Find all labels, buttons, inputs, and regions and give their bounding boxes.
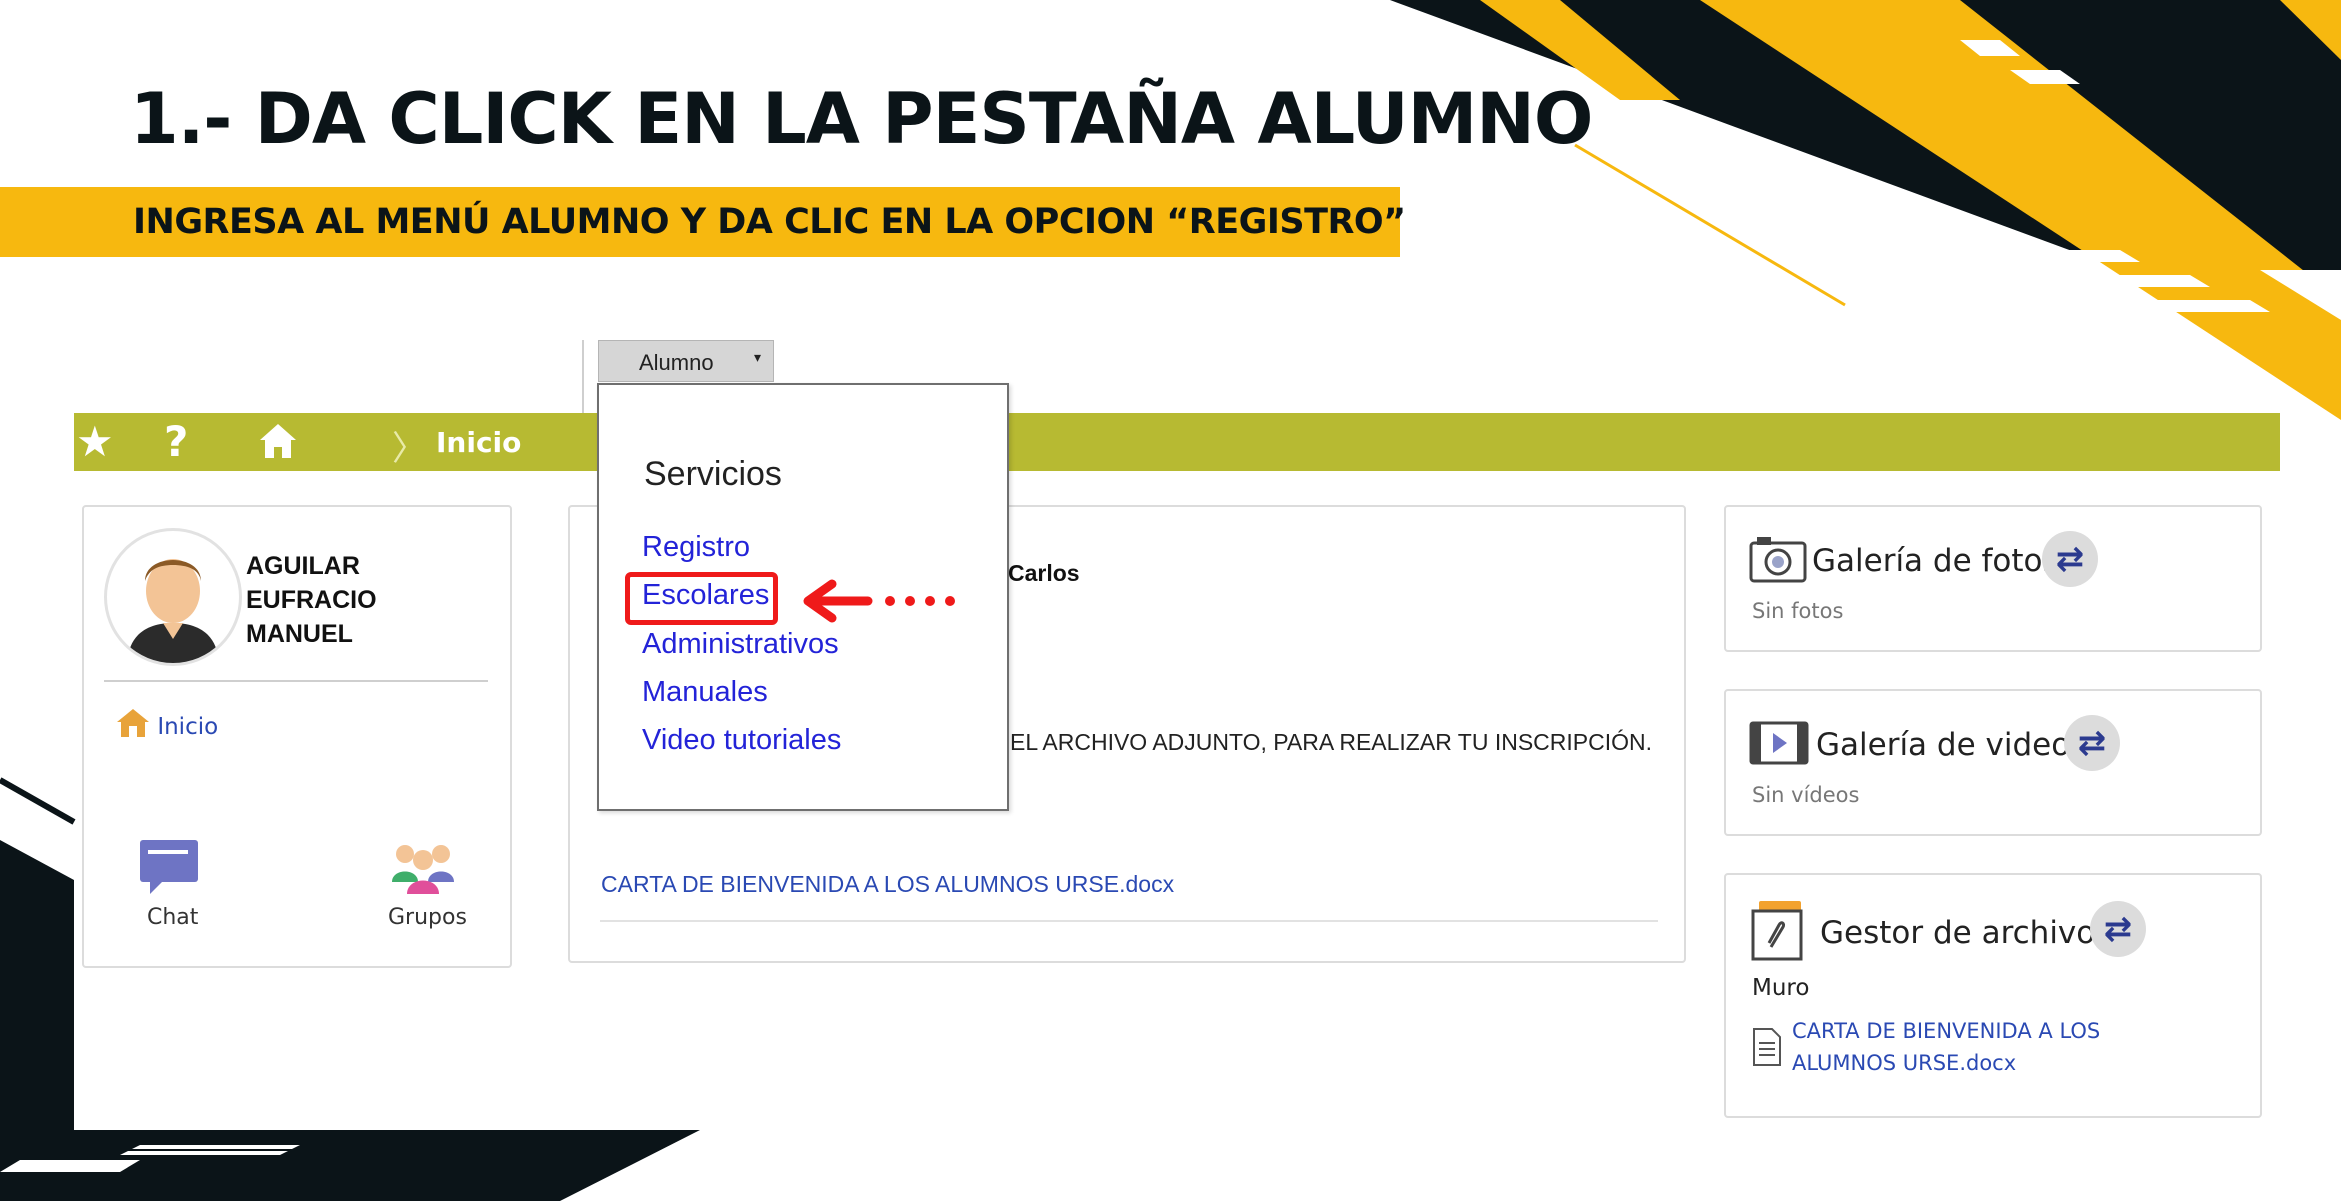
file-manager-widget: Gestor de archivos ⇄ Muro CARTA DE BIENV… [1724,873,2262,1118]
file-folder-muro[interactable]: Muro [1752,975,1809,1001]
slide-title: 1.- DA CLICK EN LA PESTAÑA ALUMNO [130,78,1593,160]
help-icon[interactable]: ? [164,419,188,465]
menu-item-manuales[interactable]: Manuales [642,676,768,709]
photo-gallery-title: Galería de fotos [1812,543,2059,579]
camera-icon [1749,537,1807,583]
breadcrumb-separator: 〉 [392,429,426,469]
profile-name: AGUILAR EUFRACIO MANUEL [246,552,377,648]
dropdown-heading-servicios: Servicios [644,455,782,493]
highlight-box-escolares [625,572,778,625]
menu-item-administrativos[interactable]: Administrativos [642,628,839,661]
home-icon[interactable] [258,422,298,460]
chat-label[interactable]: Chat [147,905,198,930]
post-attachment-link[interactable]: CARTA DE BIENVENIDA A LOS ALUMNOS URSE.d… [601,871,1174,898]
groups-label[interactable]: Grupos [388,905,467,930]
home-icon [117,709,149,737]
slide-subtitle: INGRESA AL MENÚ ALUMNO Y DA CLIC EN LA O… [133,202,1406,242]
document-icon [1753,1028,1781,1066]
file-manager-title: Gestor de archivos [1820,915,2112,951]
favorites-star-icon[interactable]: ★ [76,419,114,465]
photo-gallery-refresh-icon[interactable]: ⇄ [2042,531,2098,587]
avatar[interactable] [104,528,242,666]
file-manager-file-link[interactable]: CARTA DE BIENVENIDA A LOS ALUMNOS URSE.d… [1792,1015,2112,1079]
video-gallery-refresh-icon[interactable]: ⇄ [2064,715,2120,771]
chevron-down-icon: ▾ [754,349,762,365]
tab-separator [582,340,584,413]
post-text: EL ARCHIVO ADJUNTO, PARA REALIZAR TU INS… [1010,729,1653,755]
video-gallery-title: Galería de videos [1816,727,2087,763]
tab-alumno[interactable]: Alumno ▾ [598,340,774,382]
breadcrumb-current[interactable]: Inicio [436,426,521,459]
profile-home-label: Inicio [157,714,219,740]
photo-gallery-widget: Galería de fotos ⇄ Sin fotos [1724,505,2262,652]
video-gallery-empty: Sin vídeos [1752,783,1860,807]
profile-divider [104,680,488,682]
profile-home-link[interactable]: Inicio [116,708,218,740]
video-icon [1749,721,1809,765]
tab-alumno-label: Alumno [639,350,714,375]
chat-icon[interactable] [138,838,200,896]
post-author: Carlos [1008,560,1080,586]
video-gallery-widget: Galería de videos ⇄ Sin vídeos [1724,689,2262,836]
top-navigation-bar: ★ ? 〉 Inicio [74,413,2280,471]
photo-gallery-empty: Sin fotos [1752,599,1844,623]
pointer-arrow-icon [803,579,955,623]
post-divider [600,920,1658,922]
avatar-user-icon [127,559,219,663]
folder-attachment-icon [1751,901,1803,961]
file-manager-refresh-icon[interactable]: ⇄ [2090,901,2146,957]
menu-item-registro[interactable]: Registro [642,531,750,564]
menu-item-video-tutoriales[interactable]: Video tutoriales [642,724,841,757]
groups-icon[interactable] [390,838,456,896]
